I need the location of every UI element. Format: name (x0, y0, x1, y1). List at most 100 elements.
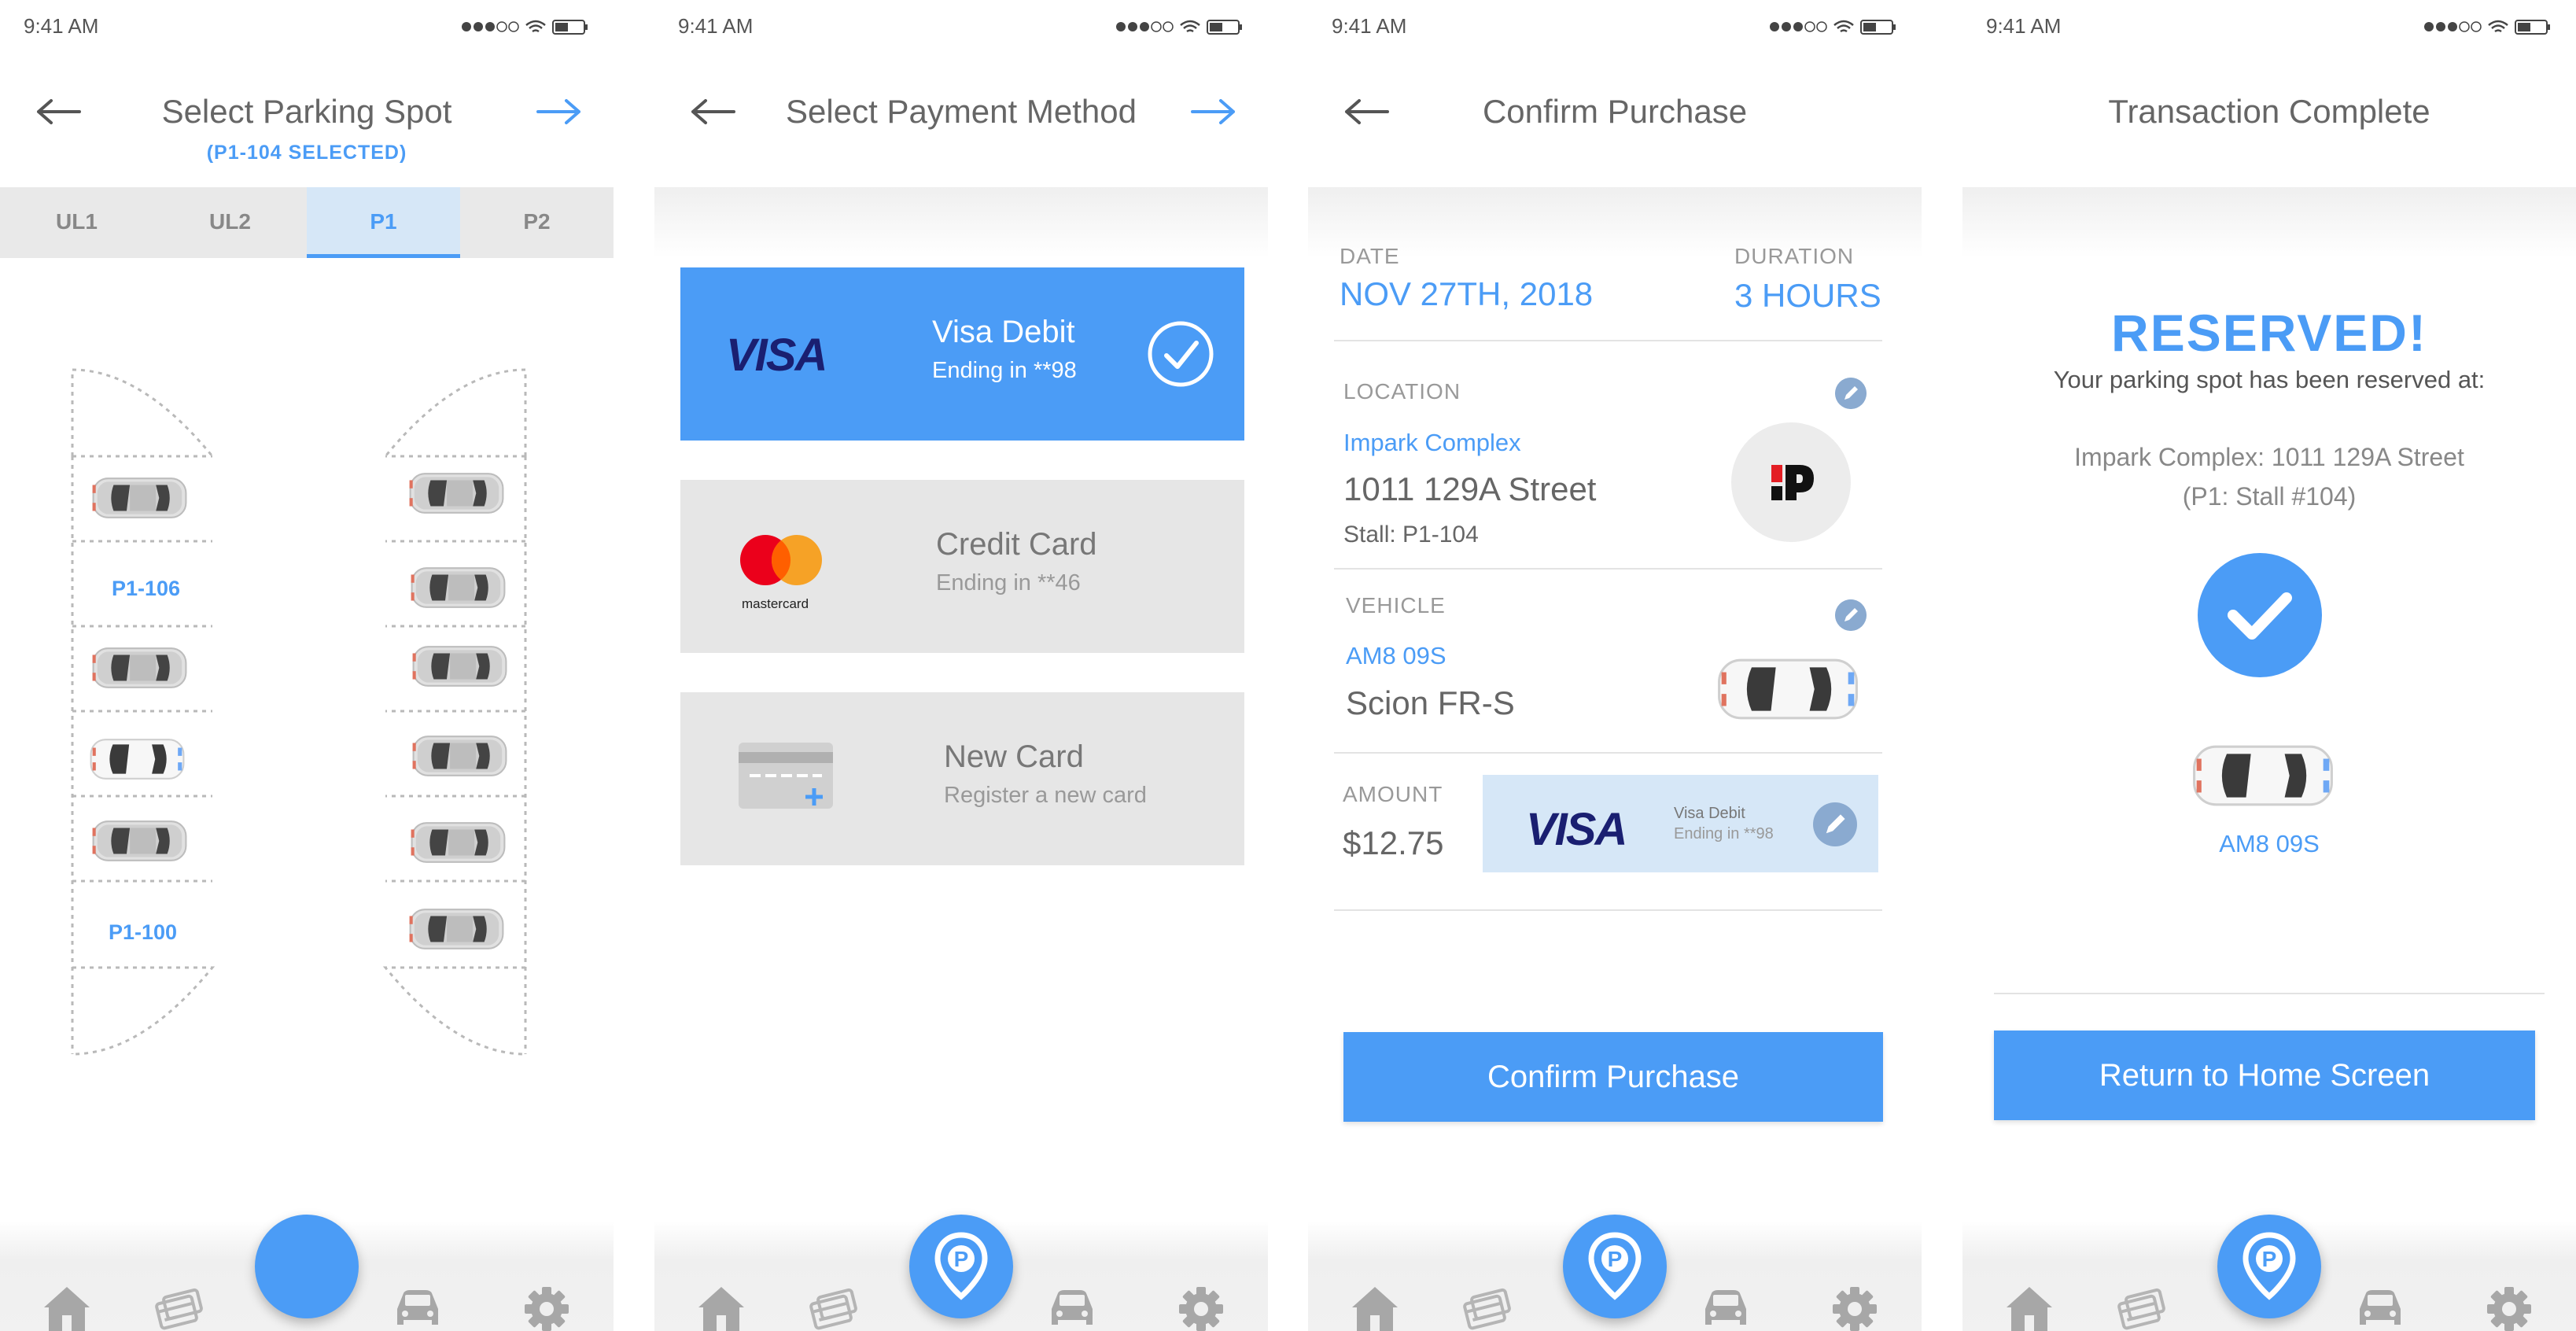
payment-card-credit[interactable]: mastercard Credit Card Ending in **46 (680, 480, 1244, 653)
status-bar: 9:41 AM (24, 14, 590, 41)
edit-vehicle-icon[interactable] (1835, 599, 1867, 631)
edit-card-icon[interactable] (1813, 802, 1857, 846)
cards-icon[interactable] (149, 1282, 205, 1331)
parking-pin-icon (1587, 1232, 1643, 1303)
forward-arrow-icon[interactable] (535, 96, 582, 127)
parking-lot-map: P1-106 P1-100 (0, 362, 614, 1062)
divider (1334, 909, 1882, 911)
page-title: Select Parking Spot (161, 93, 452, 130)
location-stall: Stall: P1-104 (1343, 522, 1479, 548)
status-time: 9:41 AM (1986, 14, 2062, 38)
date-value: NOV 27TH, 2018 (1340, 275, 1594, 312)
payment-card-visa[interactable]: VISA Visa Debit Ending in **98 (680, 267, 1244, 441)
parked-car (90, 474, 189, 522)
amount-value: $12.75 (1343, 824, 1444, 861)
spot-label[interactable]: P1-106 (112, 577, 180, 601)
address-line-1: Impark Complex: 1011 129A Street (2074, 443, 2464, 471)
nav-bar: Select Parking Spot (0, 87, 614, 149)
signal-battery-icon (2423, 17, 2552, 36)
mastercard-text: mastercard (742, 596, 809, 611)
card-name: Credit Card (936, 527, 1097, 562)
cards-icon[interactable] (804, 1282, 859, 1331)
page-title: Select Payment Method (786, 93, 1137, 130)
status-time: 9:41 AM (24, 14, 99, 38)
forward-arrow-icon[interactable] (1189, 96, 1236, 127)
divider (1994, 993, 2545, 994)
car-icon[interactable] (1697, 1282, 1752, 1331)
vehicle-label: VEHICLE (1346, 593, 1446, 618)
date-label: DATE (1340, 244, 1400, 268)
page-title: Transaction Complete (2108, 93, 2430, 130)
park-fab-button[interactable] (2217, 1215, 2321, 1318)
payment-method-screen: 9:41 AM Select Payment Method VISA Visa … (654, 0, 1268, 1331)
gear-icon[interactable] (519, 1282, 574, 1331)
reserved-car-image (2191, 739, 2335, 812)
parking-pin-icon (933, 1232, 989, 1303)
parked-car (409, 563, 507, 612)
location-name[interactable]: Impark Complex (1343, 429, 1521, 457)
parked-car (411, 642, 509, 691)
nav-bar: Transaction Complete (1962, 87, 2576, 149)
card-detail: Register a new card (944, 783, 1147, 808)
selected-spot-subtitle: (P1-104 SELECTED) (206, 142, 407, 164)
confirm-purchase-screen: 9:41 AM Confirm Purchase DATE NOV 27TH, … (1308, 0, 1922, 1331)
status-time: 9:41 AM (1332, 14, 1407, 38)
gear-icon[interactable] (2482, 1282, 2537, 1331)
cards-icon[interactable] (2112, 1282, 2167, 1331)
home-icon[interactable] (39, 1282, 94, 1331)
signal-battery-icon (1768, 17, 1898, 36)
signal-battery-icon (460, 17, 590, 36)
gear-icon[interactable] (1174, 1282, 1229, 1331)
status-bar: 9:41 AM (1986, 14, 2552, 41)
gear-icon[interactable] (1827, 1282, 1882, 1331)
edit-location-icon[interactable] (1835, 378, 1867, 409)
mastercard-logo (740, 535, 822, 585)
confirm-purchase-button[interactable]: Confirm Purchase (1343, 1032, 1883, 1122)
return-home-button[interactable]: Return to Home Screen (1994, 1031, 2535, 1120)
cards-icon[interactable] (1458, 1282, 1513, 1331)
card-name: New Card (944, 739, 1084, 774)
tab-p2[interactable]: P2 (460, 187, 614, 258)
reserved-plate: AM8 09S (2219, 830, 2320, 857)
location-street: 1011 129A Street (1343, 470, 1597, 507)
amount-label: AMOUNT (1343, 782, 1443, 806)
payment-card-new[interactable]: New Card Register a new card (680, 692, 1244, 865)
home-icon[interactable] (2002, 1282, 2057, 1331)
tab-ul2[interactable]: UL2 (153, 187, 307, 258)
select-spot-screen: 9:41 AM Select Parking Spot (P1-104 SELE… (0, 0, 614, 1331)
transaction-complete-screen: 9:41 AM Transaction Complete RESERVED! Y… (1962, 0, 2576, 1331)
amount-card-box[interactable]: VISA Visa Debit Ending in **98 (1483, 775, 1878, 872)
duration-value: 3 HOURS (1734, 277, 1881, 314)
visa-logo: VISA (726, 330, 827, 381)
divider (1334, 568, 1882, 570)
park-fab-button[interactable] (255, 1215, 359, 1318)
home-icon[interactable] (694, 1282, 749, 1331)
check-circle-icon (1148, 321, 1214, 387)
spot-label[interactable]: P1-100 (109, 920, 177, 945)
vehicle-car-image (1715, 653, 1860, 725)
card-detail: Ending in **98 (1674, 825, 1774, 842)
card-detail: Ending in **46 (936, 570, 1081, 595)
parked-car (90, 643, 189, 692)
park-fab-button[interactable] (1563, 1215, 1667, 1318)
car-icon[interactable] (389, 1282, 444, 1331)
header-shadow (1962, 187, 2576, 258)
tab-p1[interactable]: P1 (307, 187, 460, 258)
success-check-icon (2198, 553, 2322, 677)
home-icon[interactable] (1347, 1282, 1402, 1331)
header-shadow (654, 187, 1268, 258)
status-bar: 9:41 AM (678, 14, 1244, 41)
parking-pin-icon (2241, 1232, 2298, 1303)
lot-outline (71, 368, 527, 1056)
nav-bar: Select Payment Method (654, 87, 1268, 149)
reserved-subheading: Your parking spot has been reserved at: (2053, 366, 2486, 393)
car-icon[interactable] (1044, 1282, 1099, 1331)
nav-bar: Confirm Purchase (1308, 87, 1922, 149)
selected-spot-car[interactable] (88, 735, 186, 783)
park-fab-button[interactable] (909, 1215, 1013, 1318)
tab-ul1[interactable]: UL1 (0, 187, 153, 258)
card-name: Visa Debit (1674, 805, 1745, 822)
parked-car (407, 905, 506, 953)
car-icon[interactable] (2352, 1282, 2407, 1331)
signal-battery-icon (1115, 17, 1244, 36)
